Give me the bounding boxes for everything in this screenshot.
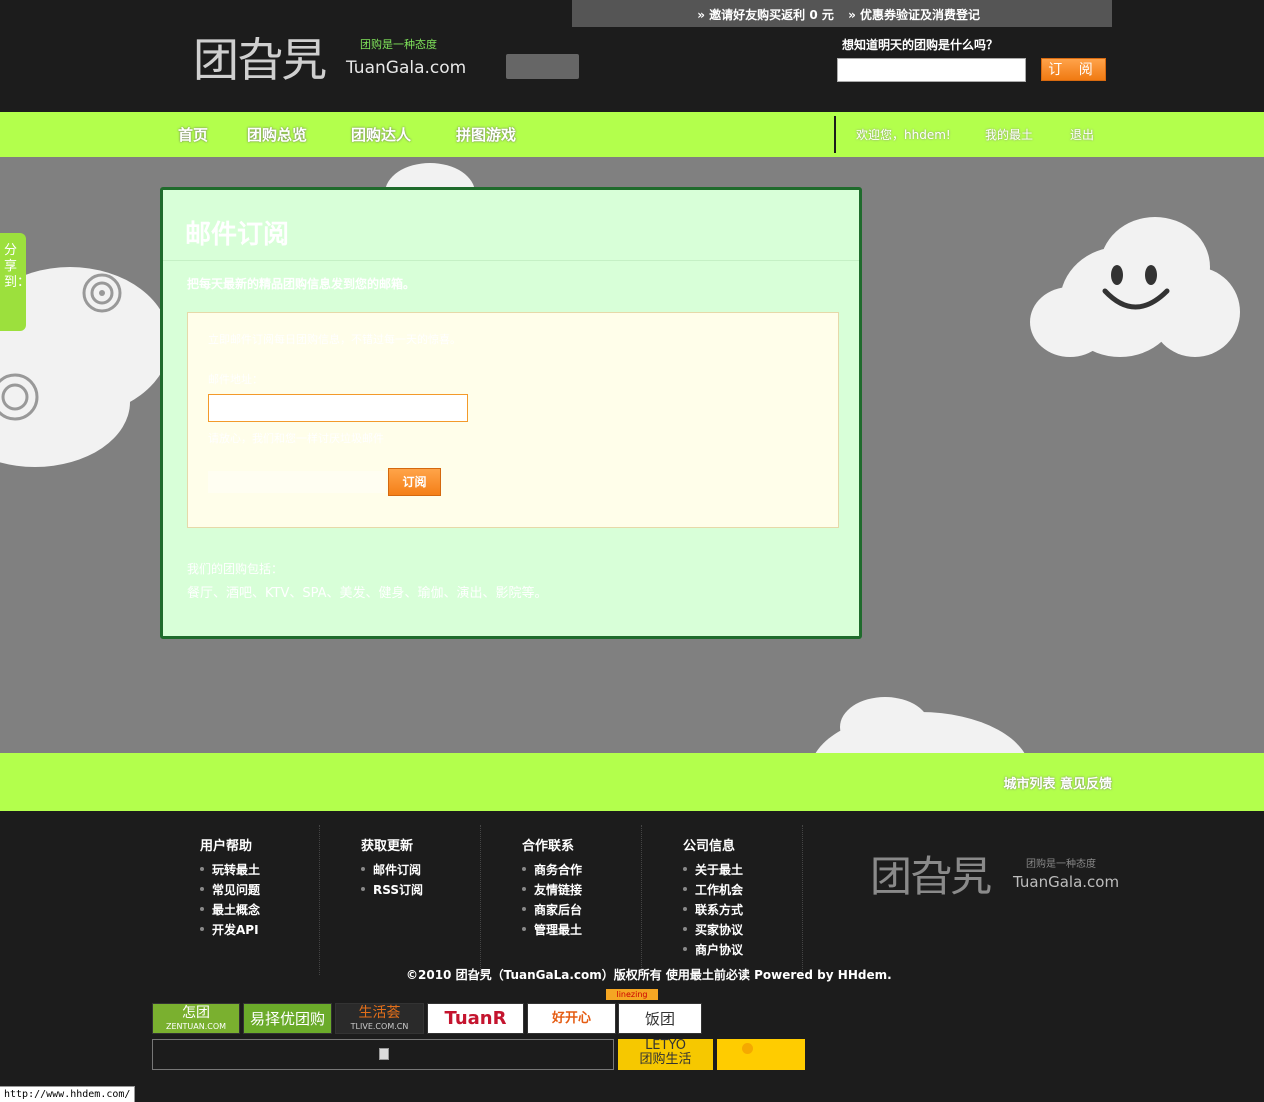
my-account-link[interactable]: 我的最土 bbox=[985, 126, 1033, 143]
nav-overview[interactable]: 团购总览 bbox=[247, 124, 307, 145]
subscribe-form: 立即邮件订阅每日团购信息，不错过每一天的惊喜。 邮件地址： 请放心，我们和您一样… bbox=[187, 312, 839, 528]
partner-badge-fantuan[interactable]: 饭团 bbox=[618, 1003, 702, 1034]
main-nav: 首页 团购总览 团购达人 拼图游戏 欢迎您，hhdem! 我的最土 退出 bbox=[0, 112, 1264, 157]
footer-link[interactable]: 联系方式 bbox=[683, 901, 743, 921]
linezing-tag[interactable]: linezing bbox=[606, 989, 658, 1000]
privacy-hint: 请放心，我们和您一样讨厌垃圾邮件 bbox=[208, 432, 384, 445]
partner-badge-zentuan[interactable]: 怎团 ZENTUAN.COM bbox=[152, 1003, 240, 1034]
nav-home[interactable]: 首页 bbox=[178, 124, 208, 145]
partner-banner[interactable] bbox=[152, 1039, 614, 1070]
city-switch-button[interactable] bbox=[506, 54, 579, 79]
nav-divider bbox=[834, 116, 836, 153]
header-email-input[interactable] bbox=[837, 58, 1026, 82]
broken-image-icon bbox=[379, 1048, 389, 1060]
footer-logo: 团旮旯 团购是一种态度 TuanGala.com bbox=[870, 852, 1120, 901]
partner-badge-haokx[interactable]: 好开心 HaoKx.com bbox=[527, 1003, 616, 1056]
swirl-icon-2 bbox=[0, 373, 39, 421]
header-subscribe-button[interactable]: 订 阅 bbox=[1041, 58, 1106, 81]
footer-col-company: 公司信息 关于最土 工作机会 联系方式 买家协议 商户协议 bbox=[643, 825, 803, 975]
footer-link[interactable]: 常见问题 bbox=[200, 881, 260, 901]
footer-col-help: 用户帮助 玩转最土 常见问题 最土概念 开发API bbox=[160, 825, 320, 975]
form-tip: 立即邮件订阅每日团购信息，不错过每一天的惊喜。 bbox=[208, 333, 461, 346]
footer-link[interactable]: 买家协议 bbox=[683, 921, 743, 941]
header: » 邀请好友购买返利 0 元 » 优惠券验证及消费登记 团旮旯 团购是一种态度 … bbox=[0, 0, 1264, 112]
subscribe-card: 邮件订阅 把每天最新的精品团购信息发到您的邮箱。 立即邮件订阅每日团购信息，不错… bbox=[160, 187, 862, 639]
smile-face-icon bbox=[1102, 265, 1170, 310]
footer-link[interactable]: 最土概念 bbox=[200, 901, 260, 921]
nav-experts[interactable]: 团购达人 bbox=[351, 124, 411, 145]
coupon-link[interactable]: » 优惠券验证及消费登记 bbox=[848, 8, 980, 22]
badge-dot-icon bbox=[742, 1043, 753, 1054]
logout-link[interactable]: 退出 bbox=[1070, 126, 1094, 143]
invite-link[interactable]: » 邀请好友购买返利 0 元 bbox=[697, 8, 834, 22]
email-field[interactable] bbox=[208, 394, 468, 422]
footer-col-business: 合作联系 商务合作 友情链接 商家后台 管理最土 bbox=[482, 825, 642, 975]
city-select[interactable] bbox=[208, 471, 386, 493]
footer-link[interactable]: 开发API bbox=[200, 921, 260, 941]
card-description: 把每天最新的精品团购信息发到您的邮箱。 bbox=[187, 277, 416, 291]
footer: 用户帮助 玩转最土 常见问题 最土概念 开发API 获取更新 邮件订阅 RSS订… bbox=[0, 811, 1264, 1102]
partner-badge-yizeyou[interactable]: 易择优团购 bbox=[243, 1003, 332, 1034]
nav-puzzle[interactable]: 拼图游戏 bbox=[456, 124, 516, 145]
footer-link[interactable]: 商户协议 bbox=[683, 941, 743, 961]
footer-link[interactable]: 关于最土 bbox=[683, 861, 743, 881]
status-bar: http://www.hhdem.com/ bbox=[0, 1086, 1264, 1102]
divider bbox=[163, 260, 859, 261]
footer-link[interactable]: RSS订阅 bbox=[361, 881, 423, 901]
subscribe-prompt: 想知道明天的团购是什么吗？ bbox=[842, 38, 999, 52]
feedback-link[interactable]: 意见反馈 bbox=[1060, 777, 1112, 792]
logo-slogan: 团购是一种态度 bbox=[360, 38, 437, 51]
footer-link[interactable]: 友情链接 bbox=[522, 881, 582, 901]
city-list-link[interactable]: 城市列表 bbox=[1003, 777, 1055, 792]
site-logo[interactable]: 团旮旯 团购是一种态度 TuanGala.com bbox=[193, 24, 467, 87]
footer-link[interactable]: 工作机会 bbox=[683, 881, 743, 901]
subscribe-button[interactable]: 订阅 bbox=[388, 468, 441, 496]
footer-link[interactable]: 玩转最土 bbox=[200, 861, 260, 881]
footer-link[interactable]: 管理最土 bbox=[522, 921, 582, 941]
copyright: ©2010 团旮旯（TuanGaLa.com）版权所有 使用最土前必读 Powe… bbox=[406, 968, 892, 982]
partner-badge-tuanr[interactable]: TuanR bbox=[427, 1003, 524, 1034]
welcome-text: 欢迎您，hhdem! bbox=[856, 128, 951, 142]
partner-badge-yellow[interactable] bbox=[717, 1039, 805, 1070]
status-url: http://www.hhdem.com/ bbox=[0, 1086, 136, 1102]
footer-link[interactable]: 商家后台 bbox=[522, 901, 582, 921]
footer-link[interactable]: 商务合作 bbox=[522, 861, 582, 881]
bottom-band: 城市列表 意见反馈 bbox=[0, 753, 1264, 811]
footer-link[interactable]: 邮件订阅 bbox=[361, 861, 423, 881]
partner-badge-letyo[interactable]: LETYO 团购生活 bbox=[618, 1039, 713, 1070]
swirl-icon bbox=[82, 273, 122, 313]
top-bar: » 邀请好友购买返利 0 元 » 优惠券验证及消费登记 bbox=[572, 0, 1112, 27]
share-tab[interactable]: 分享到： bbox=[0, 233, 30, 331]
logo-en: TuanGala.com bbox=[346, 58, 467, 78]
categories-list: 餐厅、酒吧、KTV、SPA、美发、健身、瑜伽、演出、影院等。 bbox=[187, 586, 548, 601]
footer-col-updates: 获取更新 邮件订阅 RSS订阅 bbox=[321, 825, 481, 975]
logo-cn: 团旮旯 bbox=[193, 33, 327, 87]
email-label: 邮件地址： bbox=[208, 373, 263, 386]
partner-badge-tlive[interactable]: 生活荟 TLIVE.COM.CN bbox=[335, 1003, 424, 1034]
page-title: 邮件订阅 bbox=[185, 220, 290, 250]
categories-title: 我们的团购包括： bbox=[187, 562, 284, 576]
